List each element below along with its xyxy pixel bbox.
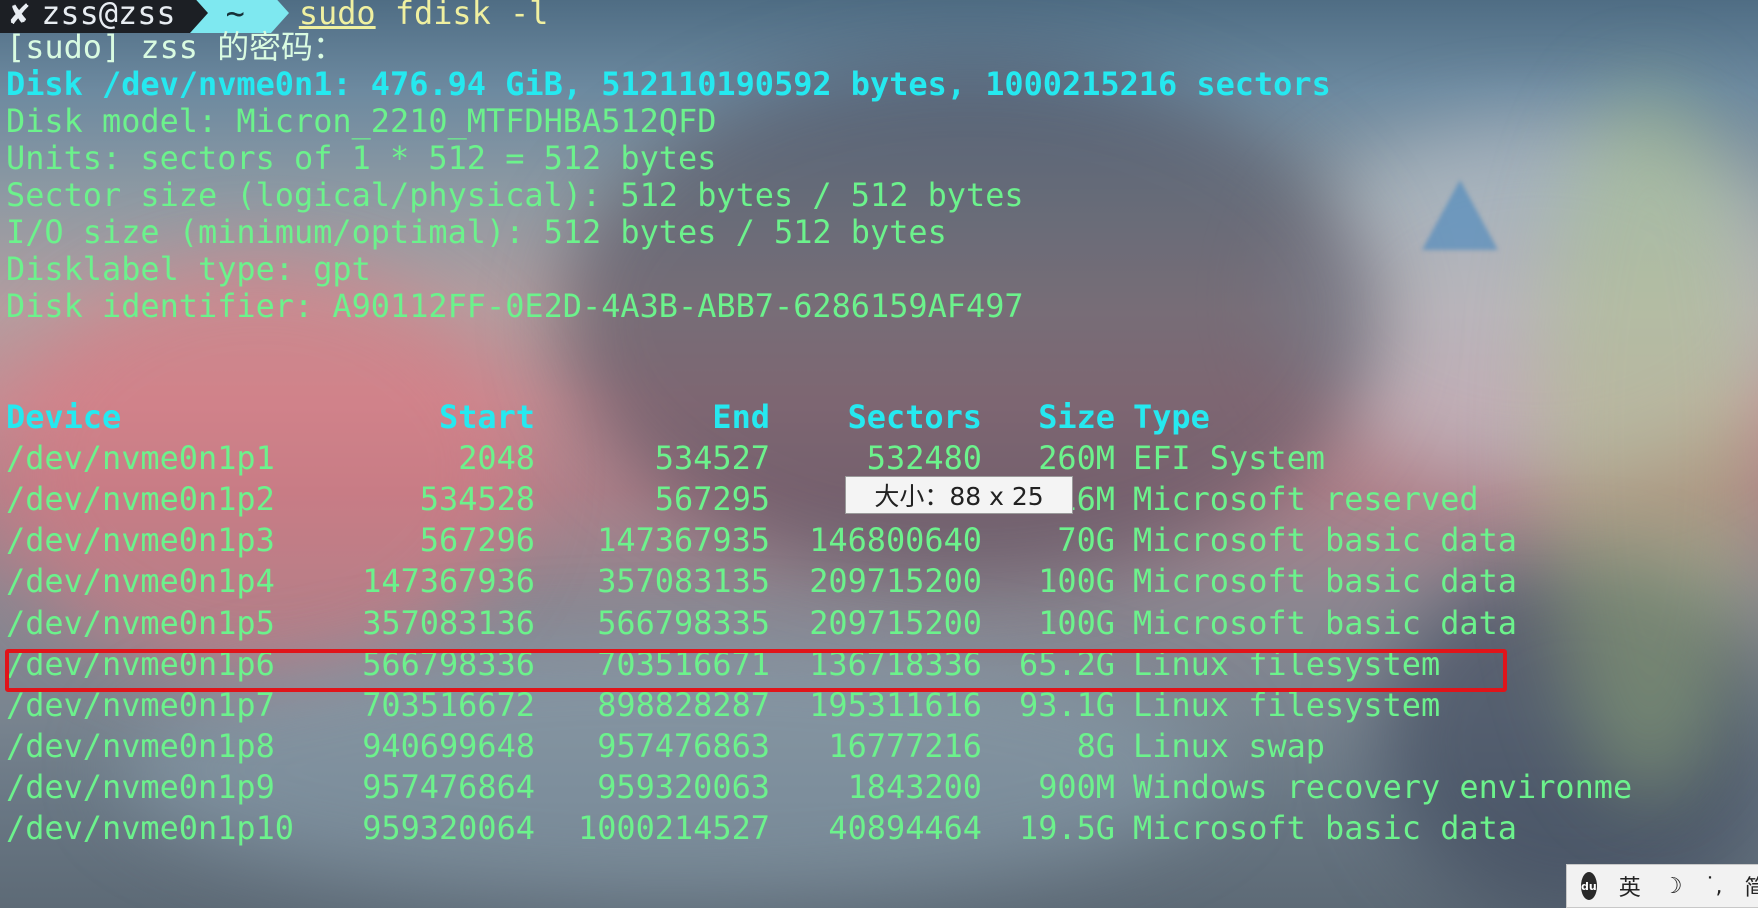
ime-logo-icon[interactable]: du (1581, 872, 1597, 900)
cell-sectors: 532480 (866, 439, 982, 478)
table-row: /dev/nvme0n1p10 959320064 1000214527 408944… (6, 808, 1756, 848)
cell-size: 8G (1076, 726, 1115, 765)
disk-sector-size: Sector size (logical/physical): 512 byte… (6, 176, 1024, 214)
header-end: End (712, 398, 770, 436)
cell-end: 147367935 (597, 521, 770, 560)
cell-sectors: 16777216 (828, 726, 982, 765)
cell-type: EFI System (1133, 439, 1325, 478)
table-row: /dev/nvme0n1p3 567296 147367935 146800640 70… (6, 520, 1756, 560)
cell-size: 100G (1038, 603, 1115, 642)
cell-start: 2048 (458, 439, 535, 478)
cell-sectors: 209715200 (809, 562, 982, 601)
cell-device: /dev/nvme0n1p1 (6, 439, 275, 478)
cell-sectors: 146800640 (809, 521, 982, 560)
header-sectors: Sectors (847, 398, 982, 436)
cell-sectors: 40894464 (828, 809, 982, 847)
cell-device: /dev/nvme0n1p2 (6, 480, 275, 519)
cell-start: 567296 (419, 521, 535, 560)
disk-model: Disk model: Micron_2210_MTFDHBA512QFD (6, 102, 717, 140)
table-row: /dev/nvme0n1p4 147367936 357083135 20971520… (6, 561, 1756, 601)
cell-start: 940699648 (362, 726, 535, 765)
moon-icon[interactable]: ☽ (1663, 874, 1683, 899)
cell-device: /dev/nvme0n1p8 (6, 726, 275, 765)
terminal-window[interactable]: ✘ zss@zss ~ sudo fdisk -l [sudo] zss 的密码：… (0, 0, 1758, 908)
cell-size: 19.5G (1019, 809, 1115, 847)
header-start: Start (439, 398, 535, 436)
header-size: Size (1038, 398, 1115, 436)
cell-type: Microsoft reserved (1133, 480, 1479, 519)
cell-size: 260M (1038, 439, 1115, 478)
cell-end: 566798335 (597, 603, 770, 642)
cell-type: Microsoft basic data (1133, 603, 1517, 642)
table-row: /dev/nvme0n1p1 2048 534527 532480 260M EFI Sy… (6, 438, 1756, 478)
cell-device: /dev/nvme0n1p3 (6, 521, 275, 560)
cell-end: 1000214527 (578, 809, 770, 847)
cell-device: /dev/nvme0n1p9 (6, 767, 275, 806)
cell-start: 534528 (419, 480, 535, 519)
input-method-bar[interactable]: du 英 ☽ ˙, 简 (1566, 864, 1758, 908)
cell-type: Microsoft basic data (1133, 521, 1517, 560)
disk-identifier: Disk identifier: A90112FF-0E2D-4A3B-ABB7… (6, 287, 1024, 325)
table-header-row: Device Start End Sectors Size Type (6, 397, 1756, 437)
cell-end: 957476863 (597, 726, 770, 765)
cell-end: 959320063 (597, 767, 770, 806)
cell-end: 534527 (654, 439, 770, 478)
cell-size: 900M (1038, 767, 1115, 806)
cell-type: Linux swap (1133, 726, 1325, 765)
size-tooltip: 大小：88 x 25 (845, 476, 1073, 514)
table-row: /dev/nvme0n1p5 357083136 566798335 20971520… (6, 603, 1756, 643)
command-args: fdisk -l (375, 0, 549, 32)
highlight-box (5, 649, 1507, 692)
ime-simplified-toggle[interactable]: 简 (1744, 870, 1758, 902)
disk-units: Units: sectors of 1 * 512 = 512 bytes (6, 139, 717, 177)
disk-summary: Disk /dev/nvme0n1: 476.94 GiB, 512110190… (6, 65, 1331, 103)
cell-sectors: 209715200 (809, 603, 982, 642)
cell-end: 357083135 (597, 562, 770, 601)
disk-label-type: Disklabel type: gpt (6, 250, 371, 288)
cell-start: 357083136 (362, 603, 535, 642)
cell-type: Windows recovery environme (1133, 767, 1633, 806)
cell-end: 567295 (654, 480, 770, 519)
cell-type: Microsoft basic data (1133, 809, 1517, 847)
cell-size: 70G (1057, 521, 1115, 560)
cell-start: 147367936 (362, 562, 535, 601)
cell-sectors: 1843200 (847, 767, 982, 806)
cell-device: /dev/nvme0n1p10 (6, 809, 294, 847)
cell-type: Microsoft basic data (1133, 562, 1517, 601)
cell-device: /dev/nvme0n1p5 (6, 603, 275, 642)
ime-punctuation-toggle[interactable]: ˙, (1704, 874, 1722, 899)
table-row: /dev/nvme0n1p9 957476864 959320063 1843200 9… (6, 767, 1756, 807)
table-row: /dev/nvme0n1p8 940699648 957476863 16777216… (6, 726, 1756, 766)
header-device: Device (6, 398, 122, 436)
cell-start: 959320064 (362, 809, 535, 847)
ime-mode-toggle[interactable]: 英 (1619, 870, 1641, 902)
cell-start: 957476864 (362, 767, 535, 806)
cell-size: 100G (1038, 562, 1115, 601)
disk-io-size: I/O size (minimum/optimal): 512 bytes / … (6, 213, 947, 251)
cell-device: /dev/nvme0n1p4 (6, 562, 275, 601)
password-prompt: [sudo] zss 的密码： (6, 28, 345, 66)
header-type: Type (1133, 398, 1210, 436)
